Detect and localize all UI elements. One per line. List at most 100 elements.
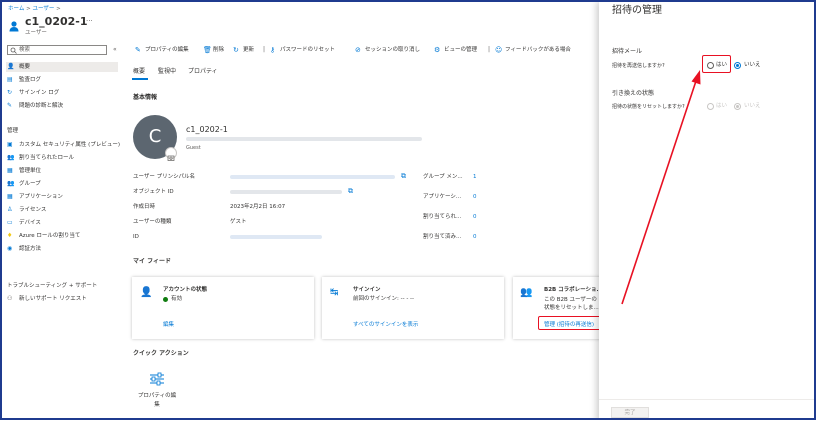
done-button-label: 完了 [624,410,636,416]
gear-icon: ⚙ [434,46,441,54]
assigned-roles-label: 割り当てられ... [423,214,462,220]
applications-value[interactable]: 0 [473,193,477,201]
breadcrumb-separator: > [26,6,31,12]
panel-footer-divider [599,399,814,400]
tab-properties[interactable]: プロパティ [188,68,218,76]
sidebar-item-devices[interactable]: ▭ デバイス [6,218,118,228]
refresh-button[interactable]: 更新 [243,46,254,54]
sidebar-item-groups[interactable]: 👥 グループ [6,179,118,189]
upn-value [230,175,395,179]
identity-value [230,235,322,239]
reset-no-radio[interactable] [734,103,741,110]
b2b-line1: この B2B ユーザーの [544,297,597,303]
applications-icon: ▦ [7,193,13,200]
account-edit-link[interactable]: 編集 [163,321,174,329]
sidebar-item-new-support-request[interactable]: ⚇ 新しいサポート リクエスト [6,294,118,304]
sidebar-item-diagnose[interactable]: ✎ 問題の診断と解決 [6,101,118,111]
page-title: c1_0202-1 [25,15,88,28]
security-attributes-icon: ▣ [7,141,13,148]
breadcrumb-users[interactable]: ユーザー [32,6,54,12]
signin-last: 前回のサインイン: -- - -- [353,296,415,302]
upn-label: ユーザー プリンシパル名 [133,174,195,180]
resend-no-label: いいえ [744,62,761,68]
redemption-status-heading: 引き換えの状態 [612,90,655,97]
panel-title: 招待の管理 [612,5,662,16]
sidebar-item-azure-roles[interactable]: ♦ Azure ロールの割り当て [6,231,118,241]
object-id-label: オブジェクト ID [133,189,174,195]
sidebar-item-signin-logs[interactable]: ↻ サインイン ログ [6,88,118,98]
sidebar-item-licenses[interactable]: ♙ ライセンス [6,205,118,215]
quick-edit-label-line1: プロパティの編 [137,393,177,399]
group-memberships-value[interactable]: 1 [473,173,477,181]
quick-actions-heading: クイック アクション [133,350,189,357]
quick-edit-label-line2: 集 [154,402,160,408]
tab-monitoring[interactable]: 監視中 [158,68,176,76]
feedback-icon: ☺ [495,46,503,54]
toolbar-divider: | [488,46,491,53]
revoke-sessions-button[interactable]: セッションの取り消し [365,46,420,54]
signin-title: サインイン [353,287,381,293]
search-input[interactable]: 検索 [7,45,107,55]
created-value: 2023年2月2日 16:07 [230,204,286,210]
account-status-title: アカウントの状態 [163,287,208,293]
sidebar-item-applications[interactable]: ▦ アプリケーション [6,192,118,202]
sidebar-item-custom-security[interactable]: ▣ カスタム セキュリティ属性 (プレビュー) [6,140,120,150]
assigned-licenses-value[interactable]: 0 [473,233,477,241]
highlight-box [702,55,731,73]
signin-icon: ↹ [330,287,339,298]
toolbar-divider: | [263,46,266,53]
breadcrumb-separator: > [56,6,61,12]
search-placeholder: 検索 [19,47,31,53]
sidebar-item-assigned-roles[interactable]: 👥 割り当てられたロール [6,153,118,163]
reset-yes-label: はい [716,103,728,109]
edit-icon: ✎ [135,46,141,54]
user-type-label: ユーザーの種類 [133,219,172,225]
basic-info-heading: 基本情報 [133,94,158,101]
audit-log-icon: ▤ [7,76,13,83]
manage-heading: 管理 [7,128,19,134]
revoke-icon: ⊘ [355,46,361,54]
person-icon: 👤 [140,287,153,298]
resend-question: 招待を再送信しますか? [612,63,665,69]
object-id-value [230,190,342,194]
sidebar-item-admin-units[interactable]: ▦ 管理単位 [6,166,118,176]
b2b-users-icon: 👥 [520,287,533,298]
group-memberships-label: グループ メン... [423,174,463,180]
breadcrumb-home[interactable]: ホーム [8,6,24,12]
done-button[interactable]: 完了 [611,407,649,418]
manage-views-button[interactable]: ビューの管理 [444,46,477,54]
delete-button[interactable]: 削除 [213,46,224,54]
sidebar-item-audit-logs[interactable]: ▤ 監査ログ [6,75,118,85]
sidebar-item-auth-methods[interactable]: ◉ 認証方法 [6,244,118,254]
edit-properties-button[interactable]: プロパティの編集 [145,46,189,54]
feedback-button[interactable]: フィードバックがある場合 [505,46,571,54]
signin-log-icon: ↻ [7,89,13,96]
collapse-sidebar-button[interactable]: « [113,46,117,54]
copy-icon[interactable]: ⧉ [348,187,353,195]
sidebar-item-overview[interactable]: 👤 概要 [6,62,118,72]
reset-yes-radio[interactable] [707,103,714,110]
view-all-signins-link[interactable]: すべてのサインインを表示 [353,321,418,329]
assigned-roles-icon: 👥 [7,154,15,161]
camera-icon[interactable] [165,147,177,161]
more-options-button[interactable]: ··· [86,17,93,25]
user-icon [8,17,20,32]
reset-status-question: 招待の状態をリセットしますか? [612,104,685,110]
trash-icon: 🗑 [203,46,212,54]
reset-password-button[interactable]: パスワードのリセット [280,46,335,54]
breadcrumb: ホーム > ユーザー > [8,5,61,13]
invite-mail-heading: 招待メール [612,48,643,55]
support-heading: トラブルシューティング + サポート [7,283,98,289]
resend-no-radio[interactable] [734,62,741,69]
licenses-icon: ♙ [7,206,13,213]
groups-icon: 👥 [7,180,15,187]
assigned-licenses-label: 割り当て済み... [423,234,462,240]
applications-label: アプリケーシ... [423,194,462,200]
assigned-roles-value[interactable]: 0 [473,213,477,221]
created-label: 作成日時 [133,204,156,210]
tab-overview[interactable]: 概要 [133,68,145,76]
copy-icon[interactable]: ⧉ [401,172,406,180]
quick-edit-properties[interactable]: プロパティの編 集 [138,372,176,412]
user-type-value: ゲスト [230,219,247,225]
admin-units-icon: ▦ [7,167,13,174]
